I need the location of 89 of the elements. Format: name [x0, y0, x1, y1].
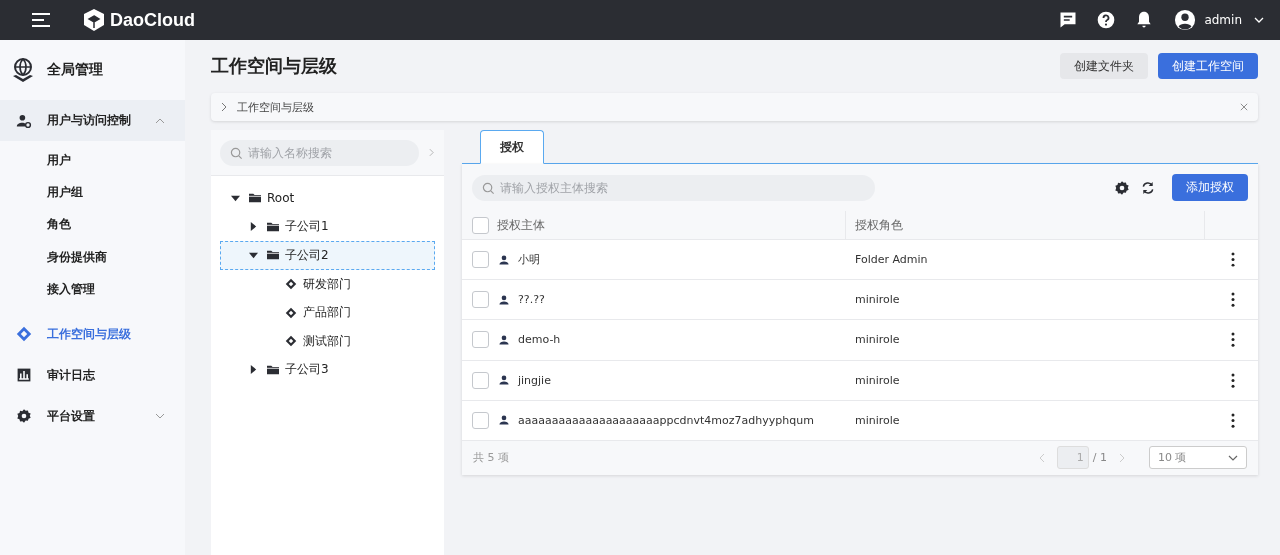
diamond-icon — [16, 326, 32, 343]
sidebar-title: 全局管理 — [47, 61, 103, 79]
table-cell: minirole — [855, 293, 900, 307]
more-icon[interactable] — [1230, 332, 1235, 348]
caret-right-icon[interactable] — [249, 222, 258, 232]
tab[interactable]: 授权 — [480, 130, 544, 164]
total-count: 共 5 项 — [473, 450, 509, 466]
caret-down-icon[interactable] — [249, 251, 258, 260]
nav-item[interactable]: 平台设置 — [0, 395, 185, 437]
tree-node[interactable]: 子公司2 — [220, 241, 435, 270]
table-cell: demo-h — [518, 333, 561, 347]
search-icon — [482, 181, 495, 195]
page-size-select[interactable]: 10 项 — [1149, 446, 1247, 470]
search-icon — [230, 146, 243, 160]
table-cell: 小明 — [518, 252, 540, 268]
breadcrumb-item[interactable]: 工作空间与层级 — [237, 99, 314, 115]
table-cell: jingjie — [518, 373, 551, 387]
nav-item[interactable]: 审计日志 — [0, 354, 185, 396]
page-title: 工作空间与层级 — [211, 54, 337, 78]
logo-text: DaoCloud — [110, 9, 195, 31]
nav-item[interactable]: 身份提供商 — [0, 241, 185, 274]
user-gear-icon — [16, 112, 32, 129]
more-icon[interactable] — [1230, 292, 1235, 308]
checkbox[interactable] — [472, 411, 489, 429]
help-icon[interactable] — [1096, 10, 1117, 30]
nav-item[interactable]: 用户组 — [0, 176, 185, 209]
checkbox[interactable] — [472, 251, 489, 269]
more-icon[interactable] — [1230, 252, 1235, 268]
logo-icon — [82, 8, 106, 32]
checkbox[interactable] — [472, 216, 489, 234]
checkbox[interactable] — [472, 371, 489, 389]
user-icon — [499, 375, 509, 386]
tree-node[interactable]: 测试部门 — [220, 326, 435, 356]
tree-node[interactable]: 产品部门 — [220, 298, 435, 327]
folder-icon — [266, 363, 280, 376]
table-cell: minirole — [855, 333, 900, 347]
nav-item[interactable]: 角色 — [0, 208, 185, 242]
diamond-icon — [284, 306, 298, 319]
chart-icon — [16, 367, 32, 384]
chevron-down-icon — [155, 413, 165, 420]
search-field[interactable]: 请输入名称搜索 — [220, 139, 419, 166]
column-header: 授权角色 — [855, 216, 903, 234]
table-cell: minirole — [855, 413, 900, 427]
table-cell: ??.?? — [518, 293, 545, 307]
user-icon — [499, 294, 509, 305]
table-cell: aaaaaaaaaaaaaaaaaaaaappcdnvt4moz7adhyyphqum — [518, 413, 814, 427]
nav-item[interactable]: 用户与访问控制 — [0, 100, 185, 141]
create-button[interactable]: 创建工作空间 — [1158, 53, 1258, 79]
user-icon — [499, 334, 509, 345]
chevron-down-icon — [1228, 454, 1238, 461]
tree-node[interactable]: 研发部门 — [220, 269, 435, 299]
chevron-down-icon[interactable] — [1254, 17, 1264, 23]
caret-down-icon[interactable] — [231, 193, 240, 203]
diamond-icon — [284, 335, 298, 348]
folder-icon — [248, 192, 262, 205]
column-header: 授权主体 — [497, 216, 545, 234]
avatar-icon[interactable] — [1174, 9, 1197, 31]
message-icon[interactable] — [1058, 10, 1079, 30]
tree-node[interactable]: 子公司3 — [220, 355, 435, 385]
table-cell: minirole — [855, 373, 900, 387]
search-field[interactable]: 请输入授权主体搜索 — [472, 174, 875, 201]
nav-item[interactable]: 工作空间与层级 — [0, 313, 185, 355]
chevron-right-icon[interactable] — [221, 102, 227, 112]
settings-icon[interactable] — [1114, 179, 1130, 196]
folder-icon — [266, 220, 280, 233]
globe-icon — [11, 57, 35, 83]
folder-icon — [266, 249, 280, 262]
add-button[interactable]: 添加授权 — [1172, 174, 1248, 201]
menu-icon[interactable] — [32, 10, 52, 30]
chevron-up-icon — [155, 117, 165, 124]
user-icon — [499, 415, 509, 426]
checkbox[interactable] — [472, 331, 489, 349]
more-icon[interactable] — [1230, 372, 1235, 388]
nav-item[interactable]: 用户 — [0, 144, 185, 177]
page-count: / 1 — [1092, 451, 1107, 465]
user-name[interactable]: admin — [1204, 13, 1242, 27]
caret-right-icon[interactable] — [249, 365, 258, 375]
checkbox[interactable] — [472, 291, 489, 309]
user-icon — [499, 254, 509, 265]
more-icon[interactable] — [1230, 412, 1235, 428]
close-icon[interactable] — [1240, 103, 1248, 111]
refresh-icon[interactable] — [1140, 179, 1156, 196]
nav-item[interactable]: 接入管理 — [0, 273, 185, 306]
tree-node[interactable]: Root — [220, 184, 435, 213]
tree-node[interactable]: 子公司1 — [220, 212, 435, 242]
create-folder-button[interactable]: 创建文件夹 — [1060, 53, 1148, 79]
table-cell: Folder Admin — [855, 253, 928, 267]
diamond-icon — [284, 278, 298, 291]
gear-icon — [16, 408, 32, 425]
